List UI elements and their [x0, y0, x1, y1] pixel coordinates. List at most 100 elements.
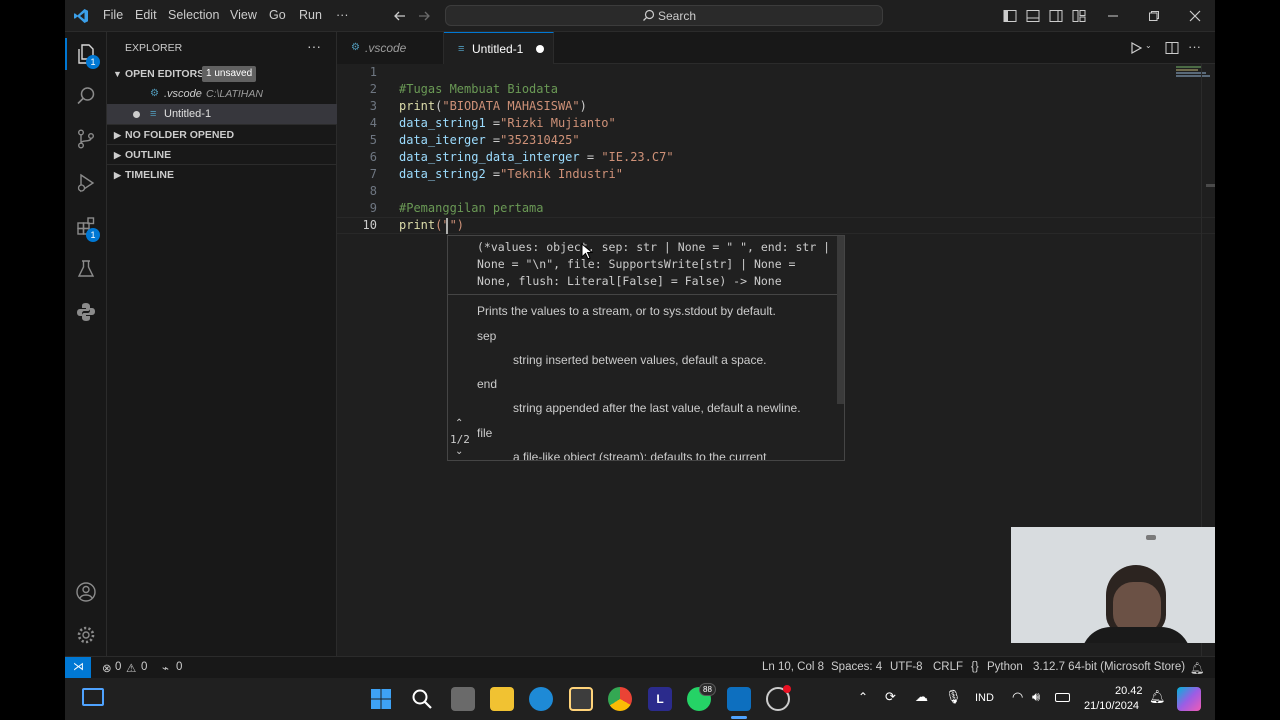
bell-icon[interactable]: 🔔︎	[1190, 661, 1205, 675]
encoding[interactable]: UTF-8	[890, 661, 923, 673]
task-view-icon[interactable]	[451, 687, 475, 711]
sync-icon[interactable]: ⟳	[885, 689, 896, 705]
menu-file[interactable]: File	[103, 8, 123, 22]
warnings-icon[interactable]: ⚠	[126, 661, 136, 675]
python-button[interactable]	[65, 292, 107, 332]
cursor-position[interactable]: Ln 10, Col 8	[762, 661, 824, 673]
close-window-icon[interactable]	[1189, 10, 1201, 22]
unsaved-badge: 1 unsaved	[202, 66, 257, 82]
source-control-button[interactable]	[65, 119, 107, 159]
menu-view[interactable]: View	[230, 8, 257, 22]
restore-icon[interactable]	[1148, 10, 1160, 22]
vscode-taskbar-icon[interactable]	[727, 687, 751, 711]
python-interpreter[interactable]: 3.12.7 64-bit (Microsoft Store)	[1033, 661, 1185, 673]
battery-icon[interactable]	[1055, 693, 1070, 702]
toggle-secondary-sidebar-icon[interactable]	[1049, 9, 1063, 23]
remote-indicator[interactable]: ⋊	[65, 657, 91, 679]
minimize-icon[interactable]	[1107, 10, 1119, 22]
more-actions-icon[interactable]: ···	[1188, 39, 1201, 54]
menu-selection[interactable]: Selection	[168, 8, 219, 22]
run-debug-button[interactable]	[65, 163, 107, 203]
chevron-down-icon[interactable]: ⌄	[1145, 41, 1152, 50]
code-string: "352310425"	[500, 133, 580, 147]
show-hidden-icons-icon[interactable]: ⌃	[858, 690, 868, 704]
store-icon[interactable]	[569, 687, 593, 711]
windows-taskbar: L 88 ⌃ ⟳ ☁ 🎙︎ IND ◠ 🔊︎ 20.42 21/10/2024 …	[65, 678, 1215, 720]
tab-vscode[interactable]: ⚙ .vscode	[337, 32, 444, 64]
warning-count[interactable]: 0	[141, 661, 147, 673]
chevron-right-icon: ▶	[114, 130, 121, 140]
code-paren: )	[579, 99, 587, 113]
whatsapp-badge: 88	[699, 683, 716, 696]
chevron-up-icon[interactable]: ⌃	[455, 418, 463, 429]
open-editor-item-active[interactable]: ≡ Untitled-1	[107, 104, 337, 124]
braces-icon[interactable]: {}	[971, 661, 979, 673]
clock-date[interactable]: 21/10/2024	[1084, 700, 1139, 712]
customize-layout-icon[interactable]	[1072, 9, 1086, 23]
ports-icon[interactable]: ⌁	[162, 661, 169, 675]
windows-start-icon[interactable]	[370, 688, 392, 710]
error-count[interactable]: 0	[115, 661, 121, 673]
open-editor-path: C:\LATIHAN	[206, 88, 263, 100]
code-string: "BIODATA MAHASISWA"	[442, 99, 580, 113]
forward-arrow-icon[interactable]	[417, 9, 431, 23]
chevron-down-icon[interactable]: ⌄	[455, 446, 463, 457]
testing-button[interactable]	[65, 249, 107, 289]
menu-run[interactable]: Run	[299, 8, 322, 22]
file-explorer-icon[interactable]	[490, 687, 514, 711]
cloud-icon[interactable]: ☁	[915, 689, 928, 705]
timeline-header[interactable]: ▶ TIMELINE	[107, 164, 337, 184]
taskbar-search-icon[interactable]	[411, 688, 433, 710]
language-mode[interactable]: Python	[987, 661, 1023, 673]
launcher-l-icon[interactable]: L	[648, 687, 672, 711]
indentation[interactable]: Spaces: 4	[831, 661, 882, 673]
unsaved-dot-icon[interactable]	[536, 45, 544, 53]
errors-icon[interactable]: ⊗	[102, 661, 112, 675]
param-desc: a file-like object (stream); defaults to…	[513, 450, 767, 461]
menu-more[interactable]: ···	[336, 8, 349, 22]
open-editor-item[interactable]: ⚙ .vscode C:\LATIHAN	[107, 84, 337, 104]
widgets-icon[interactable]	[82, 688, 104, 706]
line-number: 7	[369, 167, 377, 181]
edge-browser-icon[interactable]	[529, 687, 553, 711]
no-folder-header[interactable]: ▶ NO FOLDER OPENED	[107, 124, 337, 144]
explorer-more-icon[interactable]: ···	[307, 38, 321, 54]
menu-go[interactable]: Go	[269, 8, 286, 22]
line-number: 4	[369, 116, 377, 130]
clock-time[interactable]: 20.42	[1115, 685, 1143, 697]
split-editor-icon[interactable]	[1165, 41, 1179, 55]
tab-untitled-1[interactable]: ≡ Untitled-1	[444, 32, 554, 64]
toggle-panel-icon[interactable]	[1026, 9, 1040, 23]
doc-description: Prints the values to a stream, or to sys…	[477, 304, 776, 318]
open-editors-header[interactable]: ▼ OPEN EDITORS 1 unsaved	[107, 64, 337, 84]
manage-button[interactable]	[65, 615, 107, 655]
line-number-active: 10	[362, 218, 377, 232]
search-view-button[interactable]	[65, 76, 107, 116]
code-variable: data_iterger	[399, 133, 486, 147]
chrome-icon[interactable]	[608, 687, 632, 711]
explorer-button[interactable]: 1	[65, 34, 107, 74]
extensions-button[interactable]: 1	[65, 206, 107, 246]
wifi-icon[interactable]: ◠	[1012, 689, 1023, 705]
copilot-icon[interactable]	[1177, 687, 1201, 711]
microphone-icon[interactable]: 🎙︎	[945, 689, 962, 705]
volume-icon[interactable]: 🔊︎	[1032, 689, 1040, 705]
run-file-icon[interactable]	[1130, 42, 1142, 54]
line-ending[interactable]: CRLF	[933, 661, 963, 673]
back-arrow-icon[interactable]	[393, 9, 407, 23]
toggle-primary-sidebar-icon[interactable]	[1003, 9, 1017, 23]
minimap-line	[1176, 66, 1202, 68]
wall-object	[1146, 535, 1156, 540]
param-name: sep	[477, 329, 497, 343]
command-center-search[interactable]: Search	[445, 5, 883, 26]
ports-count[interactable]: 0	[176, 661, 182, 673]
unsaved-dot-icon[interactable]	[133, 111, 140, 118]
notifications-bell-icon[interactable]: 🔔︎	[1149, 689, 1166, 705]
outline-header[interactable]: ▶ OUTLINE	[107, 144, 337, 164]
menu-edit[interactable]: Edit	[135, 8, 157, 22]
popup-scrollbar[interactable]	[837, 236, 844, 404]
accounts-button[interactable]	[65, 572, 107, 612]
signature-help-popup[interactable]: (*values: object, sep: str | None = " ",…	[447, 235, 845, 461]
code-function: print	[399, 99, 436, 113]
input-language[interactable]: IND	[975, 692, 994, 704]
